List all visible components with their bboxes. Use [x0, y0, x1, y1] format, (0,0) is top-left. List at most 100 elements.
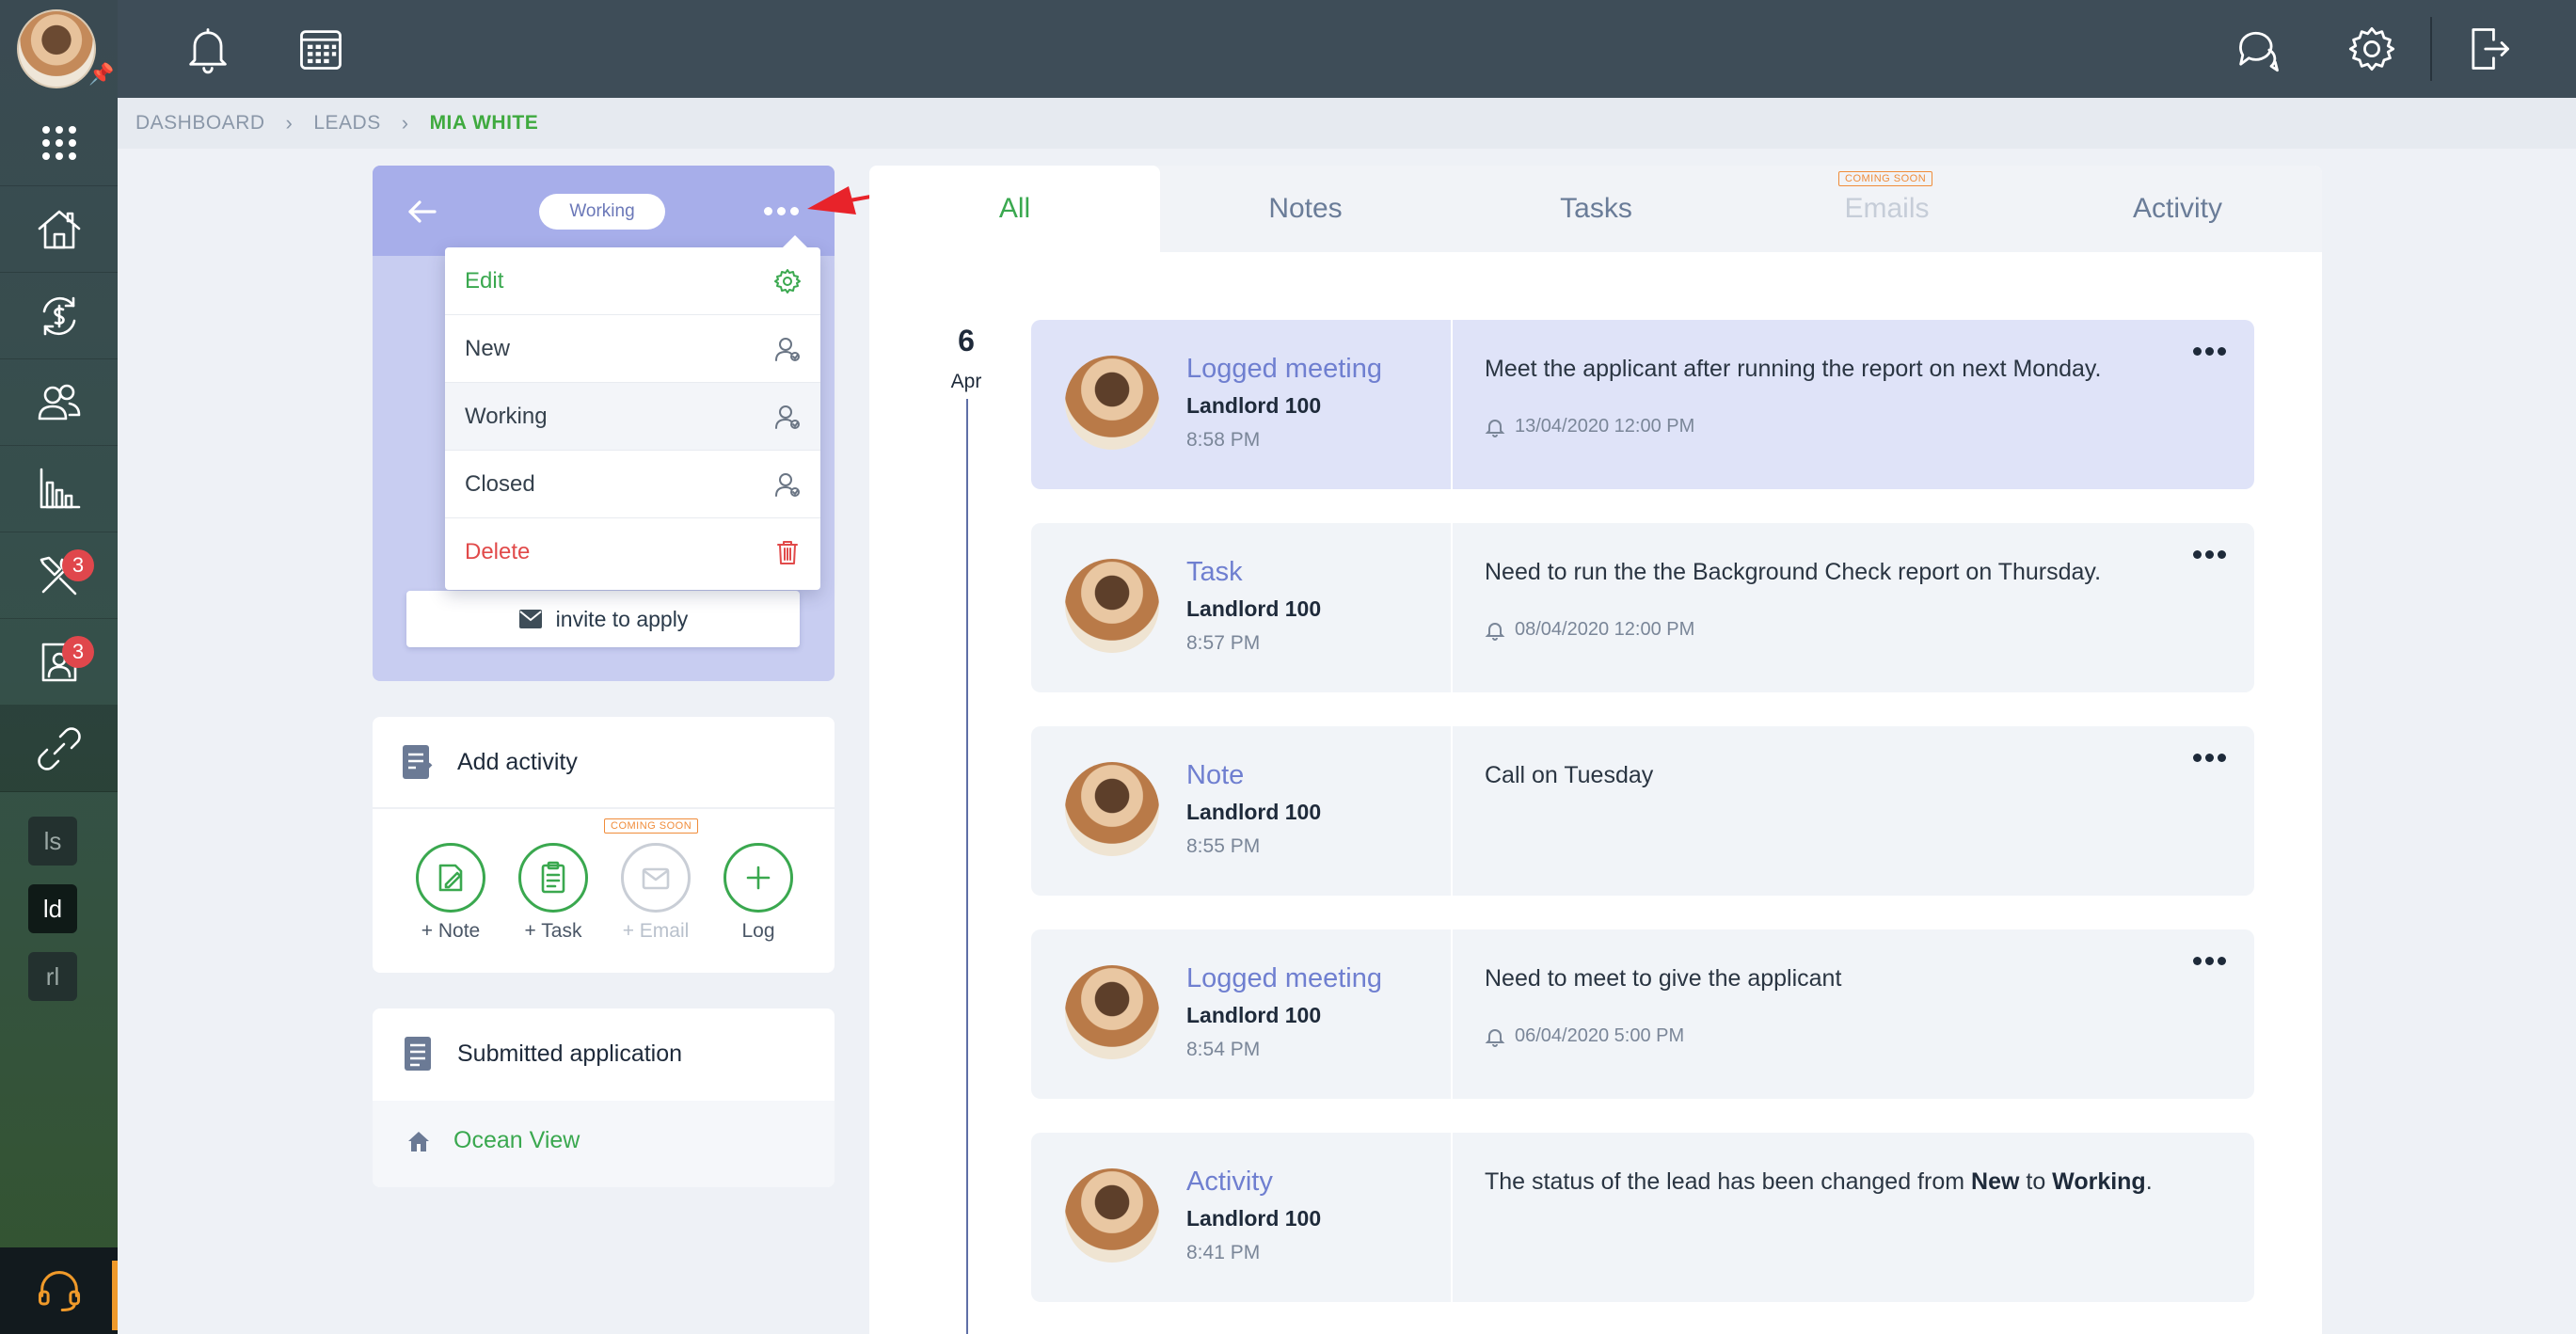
menu-item-working[interactable]: Working [445, 383, 820, 451]
user-avatar[interactable] [17, 9, 96, 88]
add-task-label: + Task [524, 920, 582, 942]
breadcrumb-current: MIA WHITE [429, 112, 539, 134]
entry-type[interactable]: Note [1186, 760, 1244, 791]
entry-type[interactable]: Activity [1186, 1167, 1273, 1198]
add-note-button[interactable] [416, 843, 485, 913]
application-icon [405, 1037, 431, 1071]
applicant-icon[interactable]: 3 [0, 619, 118, 706]
menu-item-closed[interactable]: Closed [445, 451, 820, 518]
tab-all[interactable]: All [869, 166, 1160, 252]
timeline-entry[interactable]: Task Landlord 100 8:57 PM Need to run th… [1031, 523, 2254, 692]
entry-reminder-date: 08/04/2020 12:00 PM [1515, 619, 1695, 640]
user-status-icon [775, 337, 800, 361]
user-status-icon [775, 405, 800, 429]
chart-icon[interactable] [0, 446, 118, 532]
timeline-entry[interactable]: Logged meeting Landlord 100 8:54 PM Need… [1031, 929, 2254, 1099]
menu-item-edit[interactable]: Edit [445, 247, 820, 315]
add-activity-card: Add activity + Note + Task COMING SOON +… [373, 717, 835, 973]
workspace-chip-ls[interactable]: ls [28, 817, 77, 866]
apps-icon[interactable] [0, 100, 118, 186]
avatar [1065, 965, 1159, 1059]
entry-text-part: The status of the lead has been changed … [1485, 1168, 1972, 1195]
breadcrumb-leads[interactable]: LEADS [313, 112, 380, 135]
bell-icon [1485, 622, 1505, 641]
breadcrumb-dashboard[interactable]: DASHBOARD [135, 112, 265, 135]
status-to: Working [2052, 1168, 2146, 1195]
entry-owner: Landlord 100 [1186, 596, 1322, 621]
link-icon[interactable] [0, 706, 118, 792]
logout-icon[interactable] [2458, 19, 2519, 79]
entry-divider [1451, 320, 1453, 489]
tab-tasks[interactable]: Tasks [1451, 166, 1741, 252]
gear-icon [774, 268, 801, 294]
entry-type[interactable]: Logged meeting [1186, 354, 1382, 385]
entry-more-button[interactable] [2186, 946, 2232, 975]
entry-text-part: to [2019, 1168, 2053, 1195]
house-icon[interactable] [0, 186, 118, 273]
people-icon[interactable] [0, 359, 118, 446]
bell-icon [1485, 419, 1505, 437]
menu-item-label: Delete [465, 539, 531, 564]
settings-icon[interactable] [2342, 19, 2402, 79]
money-cycle-icon[interactable] [0, 273, 118, 359]
add-task-button[interactable] [518, 843, 588, 913]
bell-icon[interactable] [178, 19, 238, 79]
calendar-icon[interactable] [291, 19, 351, 79]
invite-to-apply-button[interactable]: invite to apply [406, 591, 800, 647]
workspace-chip-rl[interactable]: rl [28, 952, 77, 1001]
timeline-entry[interactable]: Activity Landlord 100 8:41 PM The status… [1031, 1133, 2254, 1302]
tab-strip: All Notes Tasks Emails COMING SOON Activ… [869, 166, 2322, 252]
menu-item-label: Edit [465, 267, 504, 294]
chat-icon[interactable] [2228, 19, 2288, 79]
entry-type[interactable]: Logged meeting [1186, 963, 1382, 994]
entry-more-button[interactable] [2186, 743, 2232, 771]
pin-icon[interactable]: 📌 [88, 62, 114, 87]
entry-more-button[interactable] [2186, 337, 2232, 365]
invite-label: invite to apply [555, 606, 689, 631]
lead-status-badge[interactable]: Working [539, 194, 665, 230]
timeline-entry[interactable]: Note Landlord 100 8:55 PM Call on Tuesda… [1031, 726, 2254, 896]
entry-reminder: 13/04/2020 12:00 PM [1485, 416, 1694, 437]
menu-item-new[interactable]: New [445, 315, 820, 383]
entry-owner: Landlord 100 [1186, 1206, 1322, 1231]
add-note-label: + Note [421, 920, 481, 942]
add-activity-icon [403, 745, 433, 779]
tab-activity[interactable]: Activity [2032, 166, 2323, 252]
back-arrow-icon[interactable] [401, 190, 444, 233]
divider [373, 807, 835, 809]
user-status-icon [775, 472, 800, 497]
coming-soon-badge: COMING SOON [1838, 171, 1933, 186]
topbar-divider [2430, 17, 2432, 81]
bell-icon [1485, 1028, 1505, 1047]
entry-time: 8:54 PM [1186, 1039, 1261, 1060]
tab-notes[interactable]: Notes [1160, 166, 1451, 252]
log-activity-button[interactable] [724, 843, 793, 913]
entry-divider [1451, 523, 1453, 692]
lead-card-header: Working [373, 166, 835, 256]
timeline-entry[interactable]: Logged meeting Landlord 100 8:58 PM Meet… [1031, 320, 2254, 489]
workspace-chip-ld[interactable]: ld [28, 884, 77, 933]
entry-owner: Landlord 100 [1186, 800, 1322, 824]
support-headset-icon[interactable] [0, 1247, 118, 1334]
applicants-badge: 3 [62, 636, 94, 668]
application-property-link[interactable]: Ocean View [453, 1127, 580, 1154]
more-options-button[interactable] [758, 192, 803, 230]
timeline-month: Apr [950, 371, 982, 392]
log-label: Log [741, 920, 775, 942]
entry-more-button[interactable] [2186, 540, 2232, 568]
tools-badge: 3 [62, 549, 94, 581]
timeline-line [966, 399, 968, 1334]
support-indicator [112, 1261, 118, 1330]
home-icon [408, 1132, 429, 1151]
application-row[interactable]: Ocean View [373, 1101, 835, 1187]
sidebar: 📌 3 3 ls ld rl [0, 0, 118, 1334]
note-icon [438, 864, 463, 892]
menu-item-delete[interactable]: Delete [445, 518, 820, 586]
tools-icon[interactable]: 3 [0, 532, 118, 619]
entry-text: Meet the applicant after running the rep… [1485, 356, 2102, 382]
entry-type[interactable]: Task [1186, 557, 1243, 588]
entry-text-part: . [2145, 1168, 2153, 1195]
add-activity-title: Add activity [457, 749, 578, 775]
submitted-application-title: Submitted application [457, 1040, 683, 1067]
entry-divider [1451, 1133, 1453, 1302]
